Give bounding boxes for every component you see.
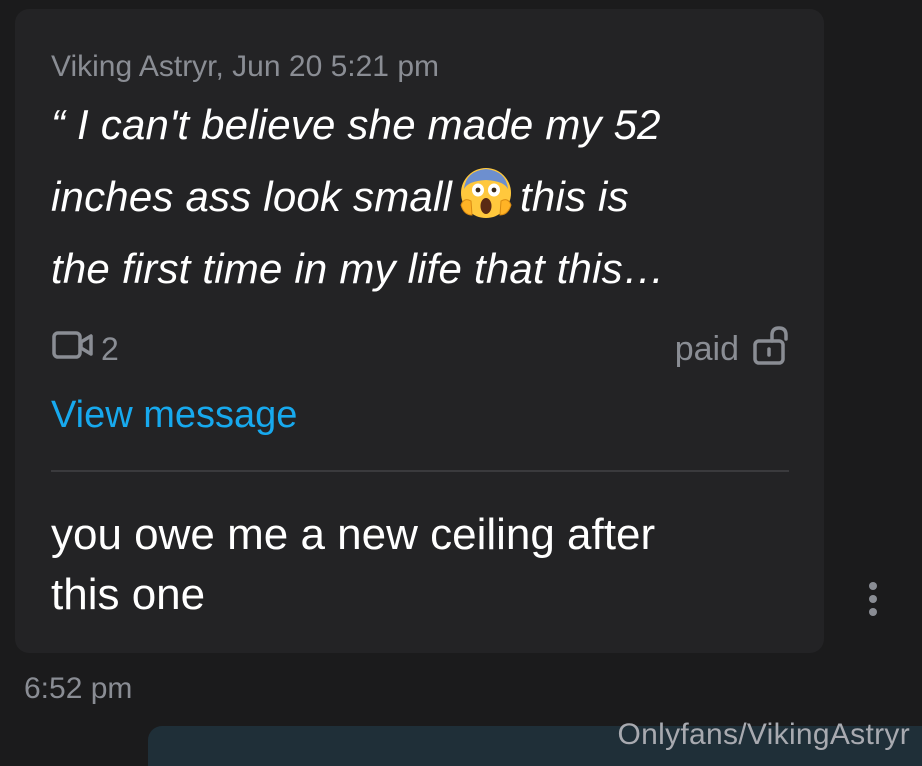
quote-line-2-start: inches ass look small (51, 173, 453, 220)
more-options-button[interactable] (858, 580, 888, 620)
message-bubble[interactable]: Viking Astryr, Jun 20 5:21 pm “ I can't … (15, 9, 824, 653)
media-count: 2 (51, 327, 119, 371)
quote-line-1: “ I can't believe she made my 52 (51, 101, 661, 148)
reply-line-1: you owe me a new ceiling after (51, 510, 656, 559)
quoted-message[interactable]: Viking Astryr, Jun 20 5:21 pm “ I can't … (51, 49, 791, 305)
vertical-ellipsis-icon (858, 582, 888, 624)
quote-text: “ I can't believe she made my 52 inches … (51, 89, 791, 305)
chat-screen: Viking Astryr, Jun 20 5:21 pm “ I can't … (0, 0, 922, 766)
reply-line-2: this one (51, 570, 206, 619)
message-meta-row: 2 paid (51, 325, 789, 369)
reply-text: you owe me a new ceiling after this one (51, 505, 771, 625)
face-screaming-in-fear-emoji (458, 165, 514, 221)
video-camera-icon (51, 327, 101, 371)
paid-label: paid (674, 330, 739, 368)
view-message-link[interactable]: View message (51, 392, 297, 438)
paid-status: paid (675, 325, 789, 374)
unlocked-padlock-icon (739, 325, 789, 374)
watermark: Onlyfans/VikingAstryr (617, 718, 910, 751)
message-timestamp: 6:52 pm (24, 672, 133, 705)
quote-line-3: the first time in my life that this… (51, 245, 666, 292)
divider (51, 470, 789, 472)
media-count-value: 2 (101, 330, 119, 367)
quote-line-2-end: this is (520, 173, 629, 220)
quote-author: Viking Astryr, Jun 20 5:21 pm (51, 50, 439, 83)
quote-line-2: inches ass look small this is (51, 161, 791, 233)
